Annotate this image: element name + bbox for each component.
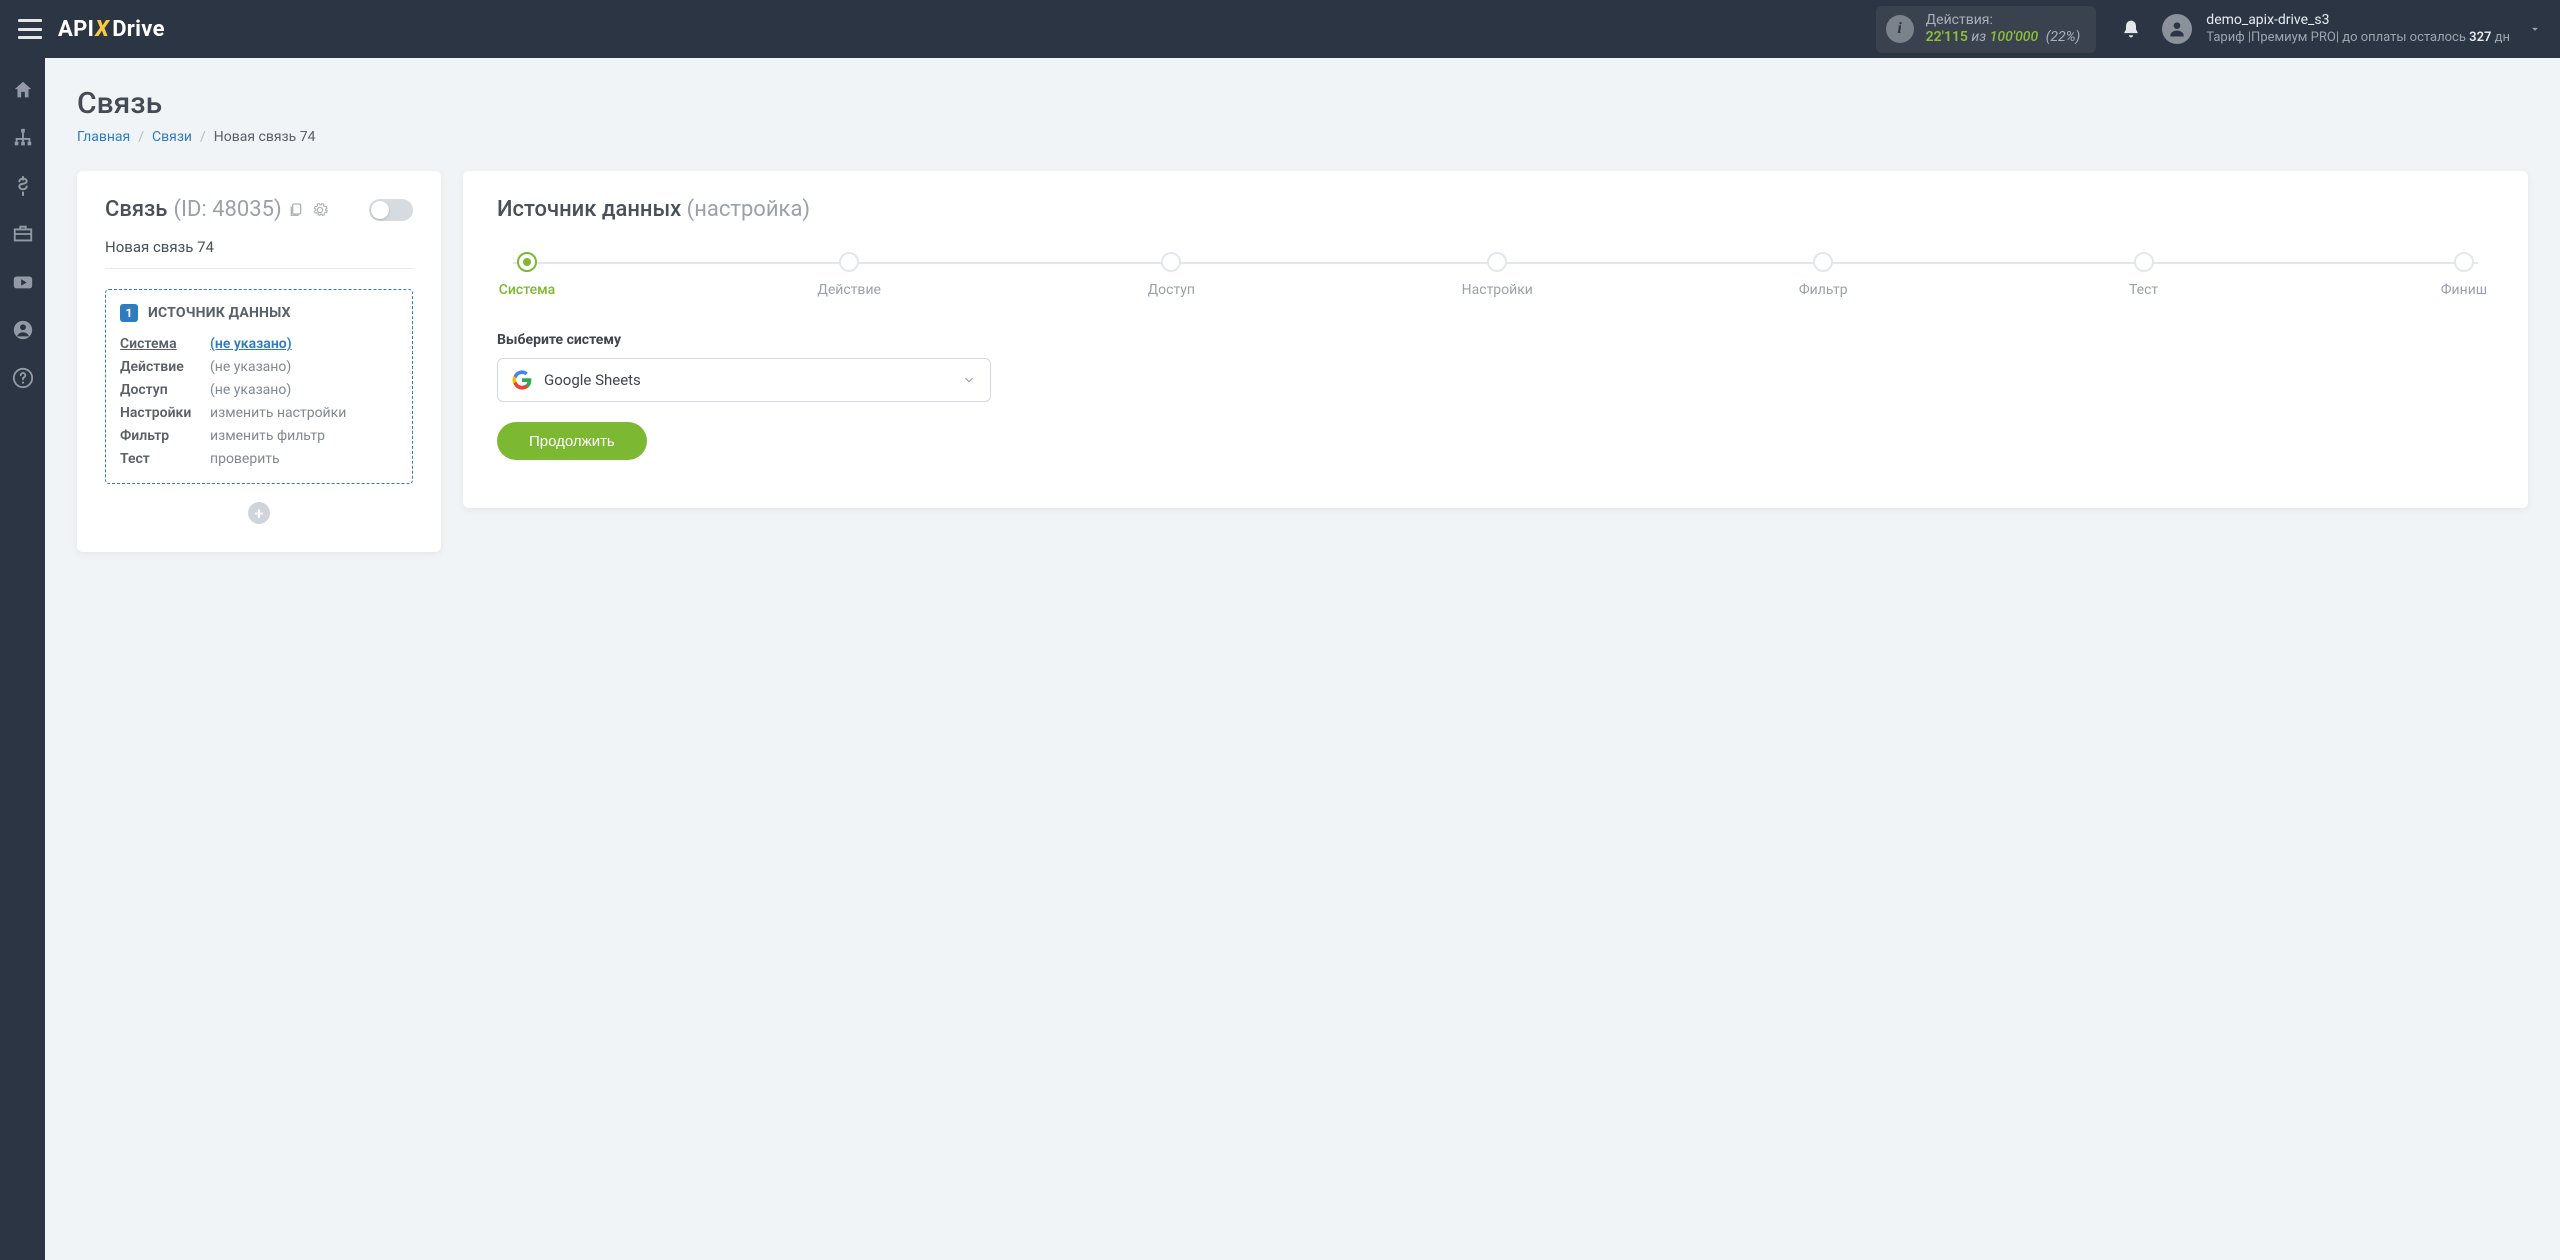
step-dot — [839, 252, 859, 272]
avatar-icon[interactable] — [2162, 14, 2192, 44]
wizard-step[interactable]: Тест — [2114, 252, 2174, 298]
google-sheets-icon — [512, 370, 532, 390]
wizard-step[interactable]: Фильтр — [1793, 252, 1853, 298]
bell-icon[interactable] — [2118, 16, 2144, 42]
chevron-down-icon — [962, 373, 976, 387]
continue-button[interactable]: Продолжить — [497, 422, 647, 460]
stats-label: Действия: — [1926, 12, 2081, 30]
logo-part-drive: Drive — [112, 17, 165, 42]
help-icon[interactable] — [11, 366, 35, 390]
source-row-label[interactable]: Система — [120, 336, 210, 352]
user-name: demo_apix-drive_s3 — [2206, 11, 2510, 29]
chevron-down-icon[interactable] — [2528, 22, 2542, 36]
source-row-label[interactable]: Доступ — [120, 382, 210, 398]
user-plan: Тариф |Премиум PRO| до оплаты осталось 3… — [2206, 30, 2510, 47]
breadcrumb-current: Новая связь 74 — [214, 129, 316, 145]
wizard-step[interactable]: Доступ — [1141, 252, 1201, 298]
step-dot — [517, 252, 537, 272]
user-block[interactable]: demo_apix-drive_s3 Тариф |Премиум PRO| д… — [2206, 11, 2510, 46]
source-config-card: Источник данных (настройка) Система Дейст… — [463, 171, 2528, 508]
system-select[interactable]: Google Sheets — [497, 358, 991, 402]
wizard-stepper: Система Действие Доступ Настройки Фильтр Тест… — [497, 252, 2494, 298]
top-header: API X Drive i Действия: 22'115 из 100'00… — [0, 0, 2560, 58]
logo-part-x: X — [95, 17, 109, 42]
source-row-value[interactable]: (не указано) — [210, 359, 398, 375]
page-title: Связь — [77, 86, 2528, 121]
logo[interactable]: API X Drive — [58, 17, 165, 42]
breadcrumb: Главная / Связи / Новая связь 74 — [77, 129, 2528, 145]
add-destination-button[interactable]: + — [248, 502, 270, 524]
wizard-step[interactable]: Настройки — [1462, 252, 1533, 298]
source-row-value[interactable]: проверить — [210, 451, 398, 467]
step-dot — [2134, 252, 2154, 272]
source-row-value[interactable]: (не указано) — [210, 336, 398, 352]
page: Связь Главная / Связи / Новая связь 74 С… — [45, 58, 2560, 580]
connection-card: Связь (ID: 48035) Новая связь 74 1 ИСТОЧ… — [77, 171, 441, 552]
source-box: 1 ИСТОЧНИК ДАННЫХ Система(не указано)Дей… — [105, 289, 413, 484]
left-rail — [0, 58, 45, 1260]
source-config-title: Источник данных (настройка) — [497, 197, 2494, 222]
select-system-label: Выберите систему — [497, 332, 2494, 348]
copy-icon[interactable] — [288, 202, 304, 218]
connections-icon[interactable] — [11, 126, 35, 150]
source-row-label[interactable]: Действие — [120, 359, 210, 375]
wizard-step[interactable]: Система — [497, 252, 557, 298]
source-row-value[interactable]: (не указано) — [210, 382, 398, 398]
gear-icon[interactable] — [312, 202, 328, 218]
source-step-badge: 1 — [120, 304, 138, 322]
connection-title: Связь (ID: 48035) — [105, 197, 328, 222]
briefcase-icon[interactable] — [11, 222, 35, 246]
hamburger-icon[interactable] — [18, 19, 42, 39]
actions-stats[interactable]: i Действия: 22'115 из 100'000 (22%) — [1876, 6, 2097, 53]
source-box-title: ИСТОЧНИК ДАННЫХ — [148, 305, 291, 321]
user-icon[interactable] — [11, 318, 35, 342]
breadcrumb-home[interactable]: Главная — [77, 129, 130, 145]
logo-part-api: API — [58, 17, 94, 42]
step-label: Финиш — [2441, 282, 2487, 298]
step-label: Доступ — [1148, 282, 1195, 298]
home-icon[interactable] — [11, 78, 35, 102]
wizard-step[interactable]: Финиш — [2434, 252, 2494, 298]
wizard-step[interactable]: Действие — [817, 252, 881, 298]
source-row-label[interactable]: Тест — [120, 451, 210, 467]
step-label: Тест — [2129, 282, 2158, 298]
stats-values: 22'115 из 100'000 (22%) — [1926, 29, 2081, 47]
youtube-icon[interactable] — [11, 270, 35, 294]
source-row-label[interactable]: Настройки — [120, 405, 210, 421]
step-dot — [1813, 252, 1833, 272]
step-dot — [1161, 252, 1181, 272]
step-dot — [2454, 252, 2474, 272]
dollar-icon[interactable] — [11, 174, 35, 198]
connection-id: (ID: 48035) — [173, 197, 281, 222]
source-row-value[interactable]: изменить настройки — [210, 405, 398, 421]
step-label: Фильтр — [1799, 282, 1848, 298]
source-row-value[interactable]: изменить фильтр — [210, 428, 398, 444]
source-row-label[interactable]: Фильтр — [120, 428, 210, 444]
enable-toggle[interactable] — [369, 199, 413, 221]
connection-name: Новая связь 74 — [105, 238, 413, 269]
selected-system: Google Sheets — [544, 371, 641, 389]
info-icon: i — [1886, 15, 1914, 43]
step-label: Действие — [817, 282, 881, 298]
step-label: Настройки — [1462, 282, 1533, 298]
step-dot — [1487, 252, 1507, 272]
breadcrumb-connections[interactable]: Связи — [152, 129, 192, 145]
step-label: Система — [499, 282, 555, 298]
